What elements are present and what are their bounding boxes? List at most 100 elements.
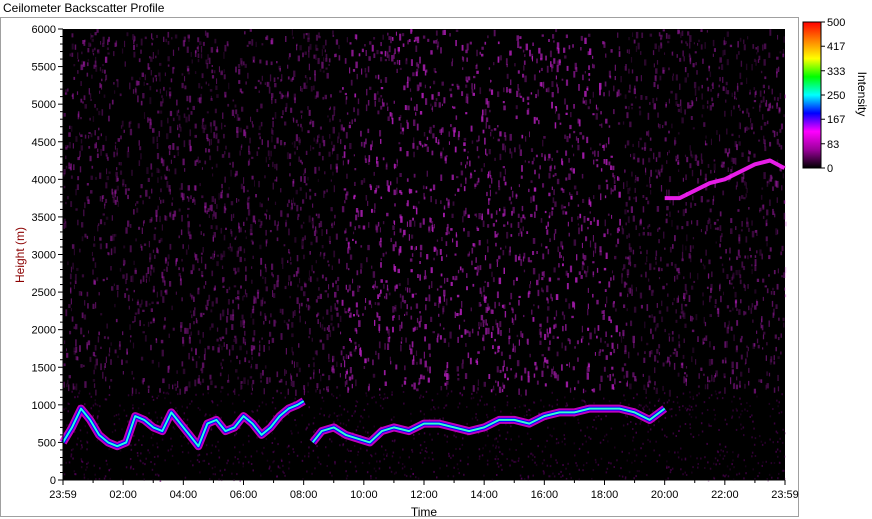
- noise-mark: [682, 362, 684, 369]
- noise-mark: [261, 43, 264, 46]
- noise-mark: [342, 444, 344, 447]
- noise-mark: [93, 369, 95, 375]
- noise-mark: [200, 53, 203, 59]
- noise-mark: [199, 183, 201, 187]
- noise-mark: [339, 119, 341, 123]
- noise-mark: [756, 278, 760, 282]
- noise-mark: [736, 320, 739, 326]
- noise-mark: [676, 396, 678, 399]
- noise-mark: [494, 231, 497, 238]
- noise-mark: [276, 371, 279, 378]
- noise-mark: [451, 61, 453, 67]
- noise-mark: [280, 140, 283, 146]
- noise-mark: [216, 338, 219, 342]
- noise-mark: [99, 219, 103, 225]
- noise-mark: [436, 239, 439, 242]
- noise-mark: [783, 200, 786, 204]
- noise-mark: [271, 442, 274, 444]
- noise-mark: [75, 323, 78, 330]
- noise-mark: [738, 234, 741, 242]
- noise-mark: [593, 388, 596, 393]
- noise-mark: [65, 309, 68, 317]
- noise-mark: [127, 194, 129, 200]
- noise-mark: [336, 153, 339, 161]
- noise-mark: [578, 227, 580, 235]
- noise-mark: [133, 209, 135, 215]
- noise-mark: [572, 168, 575, 174]
- noise-mark: [210, 256, 212, 259]
- noise-mark: [629, 383, 632, 390]
- noise-mark: [747, 255, 749, 260]
- noise-mark: [99, 467, 101, 470]
- noise-mark: [528, 291, 531, 295]
- noise-mark: [613, 301, 615, 304]
- noise-mark: [588, 33, 591, 37]
- noise-mark: [769, 199, 771, 206]
- noise-mark: [167, 31, 170, 38]
- noise-mark: [362, 313, 364, 316]
- noise-mark: [545, 246, 548, 249]
- noise-mark: [306, 77, 308, 84]
- noise-mark: [249, 137, 251, 144]
- noise-mark: [313, 54, 316, 59]
- noise-mark: [759, 105, 761, 112]
- noise-mark: [632, 335, 635, 343]
- noise-mark: [534, 211, 536, 218]
- noise-mark: [119, 404, 121, 407]
- noise-mark: [605, 355, 608, 360]
- noise-mark: [729, 247, 731, 254]
- noise-mark: [116, 152, 118, 157]
- noise-mark: [198, 453, 201, 456]
- noise-mark: [673, 362, 676, 370]
- noise-mark: [66, 196, 69, 200]
- noise-mark: [91, 165, 94, 169]
- noise-mark: [283, 244, 286, 247]
- noise-mark: [222, 277, 224, 283]
- noise-mark: [207, 148, 211, 153]
- noise-mark: [523, 404, 525, 407]
- noise-mark: [415, 45, 418, 52]
- noise-mark: [252, 337, 255, 342]
- noise-mark: [522, 226, 524, 231]
- noise-mark: [680, 40, 683, 44]
- noise-mark: [595, 416, 597, 418]
- noise-mark: [355, 61, 358, 69]
- noise-mark: [635, 225, 637, 230]
- noise-mark: [374, 100, 376, 107]
- noise-mark: [504, 311, 507, 318]
- noise-mark: [542, 139, 544, 147]
- noise-mark: [776, 197, 778, 203]
- noise-mark: [700, 169, 702, 176]
- noise-mark: [240, 145, 242, 151]
- noise-mark: [250, 116, 252, 122]
- noise-mark: [75, 136, 78, 142]
- noise-mark: [334, 291, 337, 298]
- noise-mark: [81, 222, 84, 228]
- noise-mark: [724, 418, 727, 421]
- noise-mark: [318, 151, 321, 156]
- noise-mark: [675, 309, 677, 314]
- noise-mark: [463, 386, 465, 390]
- noise-mark: [650, 328, 652, 334]
- noise-mark: [330, 322, 333, 326]
- noise-mark: [612, 270, 613, 274]
- noise-mark: [548, 475, 550, 478]
- noise-mark: [677, 451, 679, 454]
- noise-mark: [100, 84, 102, 88]
- noise-mark: [525, 389, 527, 396]
- noise-mark: [708, 273, 709, 279]
- noise-mark: [608, 461, 610, 464]
- noise-mark: [323, 327, 326, 332]
- noise-mark: [307, 37, 310, 43]
- noise-mark: [368, 56, 371, 61]
- noise-mark: [108, 171, 111, 174]
- noise-mark: [169, 110, 173, 117]
- noise-mark: [676, 54, 678, 58]
- noise-mark: [661, 34, 663, 38]
- noise-mark: [223, 74, 226, 80]
- noise-mark: [124, 40, 126, 48]
- noise-mark: [312, 270, 315, 274]
- noise-mark: [593, 250, 595, 257]
- noise-mark: [534, 456, 536, 459]
- noise-mark: [295, 189, 298, 195]
